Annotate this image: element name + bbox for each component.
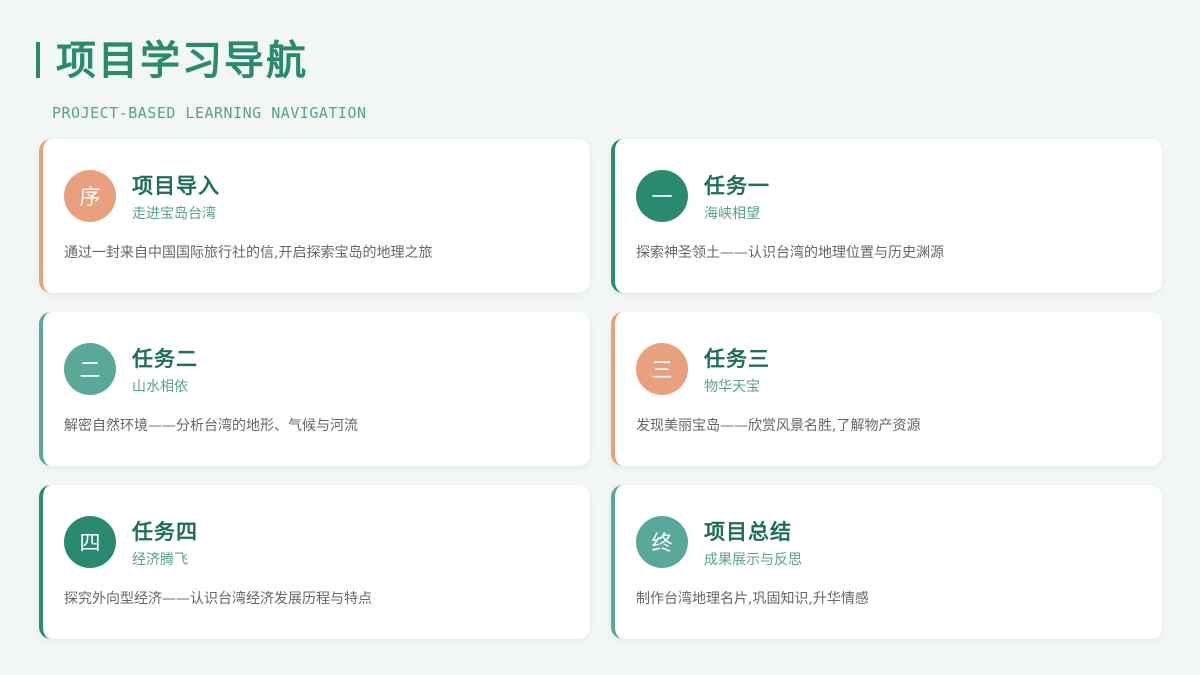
card-description: 通过一封来自中国国际旅行社的信,开启探索宝岛的地理之旅 [64, 245, 433, 261]
title-row: 项目学习导航 [36, 28, 367, 86]
card-title: 项目导入 [132, 173, 220, 198]
card-subtitle: 海峡相望 [704, 206, 760, 222]
card-badge: 序 [64, 170, 116, 222]
card-description: 制作台湾地理名片,巩固知识,升华情感 [636, 591, 869, 607]
card-project-summary[interactable]: 终 项目总结 成果展示与反思 制作台湾地理名片,巩固知识,升华情感 [611, 485, 1162, 639]
card-subtitle: 经济腾飞 [132, 552, 188, 568]
card-task-4[interactable]: 四 任务四 经济腾飞 探究外向型经济——认识台湾经济发展历程与特点 [39, 485, 590, 639]
card-title: 任务二 [132, 346, 198, 371]
card-task-3[interactable]: 三 任务三 物华天宝 发现美丽宝岛——欣赏风景名胜,了解物产资源 [611, 312, 1162, 466]
card-description: 发现美丽宝岛——欣赏风景名胜,了解物产资源 [636, 418, 921, 434]
card-badge: 二 [64, 343, 116, 395]
page-header: 项目学习导航 PROJECT-BASED LEARNING NAVIGATION [36, 28, 367, 122]
card-subtitle: 走进宝岛台湾 [132, 206, 216, 222]
card-subtitle: 山水相依 [132, 379, 188, 395]
card-badge: 四 [64, 516, 116, 568]
card-title: 任务四 [132, 519, 198, 544]
card-description: 解密自然环境——分析台湾的地形、气候与河流 [64, 418, 358, 434]
card-title: 项目总结 [704, 519, 792, 544]
card-badge: 一 [636, 170, 688, 222]
card-title: 任务一 [704, 173, 770, 198]
card-project-intro[interactable]: 序 项目导入 走进宝岛台湾 通过一封来自中国国际旅行社的信,开启探索宝岛的地理之… [39, 139, 590, 293]
card-task-2[interactable]: 二 任务二 山水相依 解密自然环境——分析台湾的地形、气候与河流 [39, 312, 590, 466]
navigation-grid: 序 项目导入 走进宝岛台湾 通过一封来自中国国际旅行社的信,开启探索宝岛的地理之… [39, 139, 1162, 639]
page-subtitle: PROJECT-BASED LEARNING NAVIGATION [52, 104, 367, 122]
card-subtitle: 物华天宝 [704, 379, 760, 395]
title-accent-bar [36, 42, 40, 78]
card-title: 任务三 [704, 346, 770, 371]
card-badge: 三 [636, 343, 688, 395]
card-description: 探究外向型经济——认识台湾经济发展历程与特点 [64, 591, 372, 607]
card-task-1[interactable]: 一 任务一 海峡相望 探索神圣领土——认识台湾的地理位置与历史渊源 [611, 139, 1162, 293]
card-subtitle: 成果展示与反思 [704, 552, 802, 568]
page-title: 项目学习导航 [56, 37, 308, 84]
card-description: 探索神圣领土——认识台湾的地理位置与历史渊源 [636, 245, 944, 261]
card-badge: 终 [636, 516, 688, 568]
